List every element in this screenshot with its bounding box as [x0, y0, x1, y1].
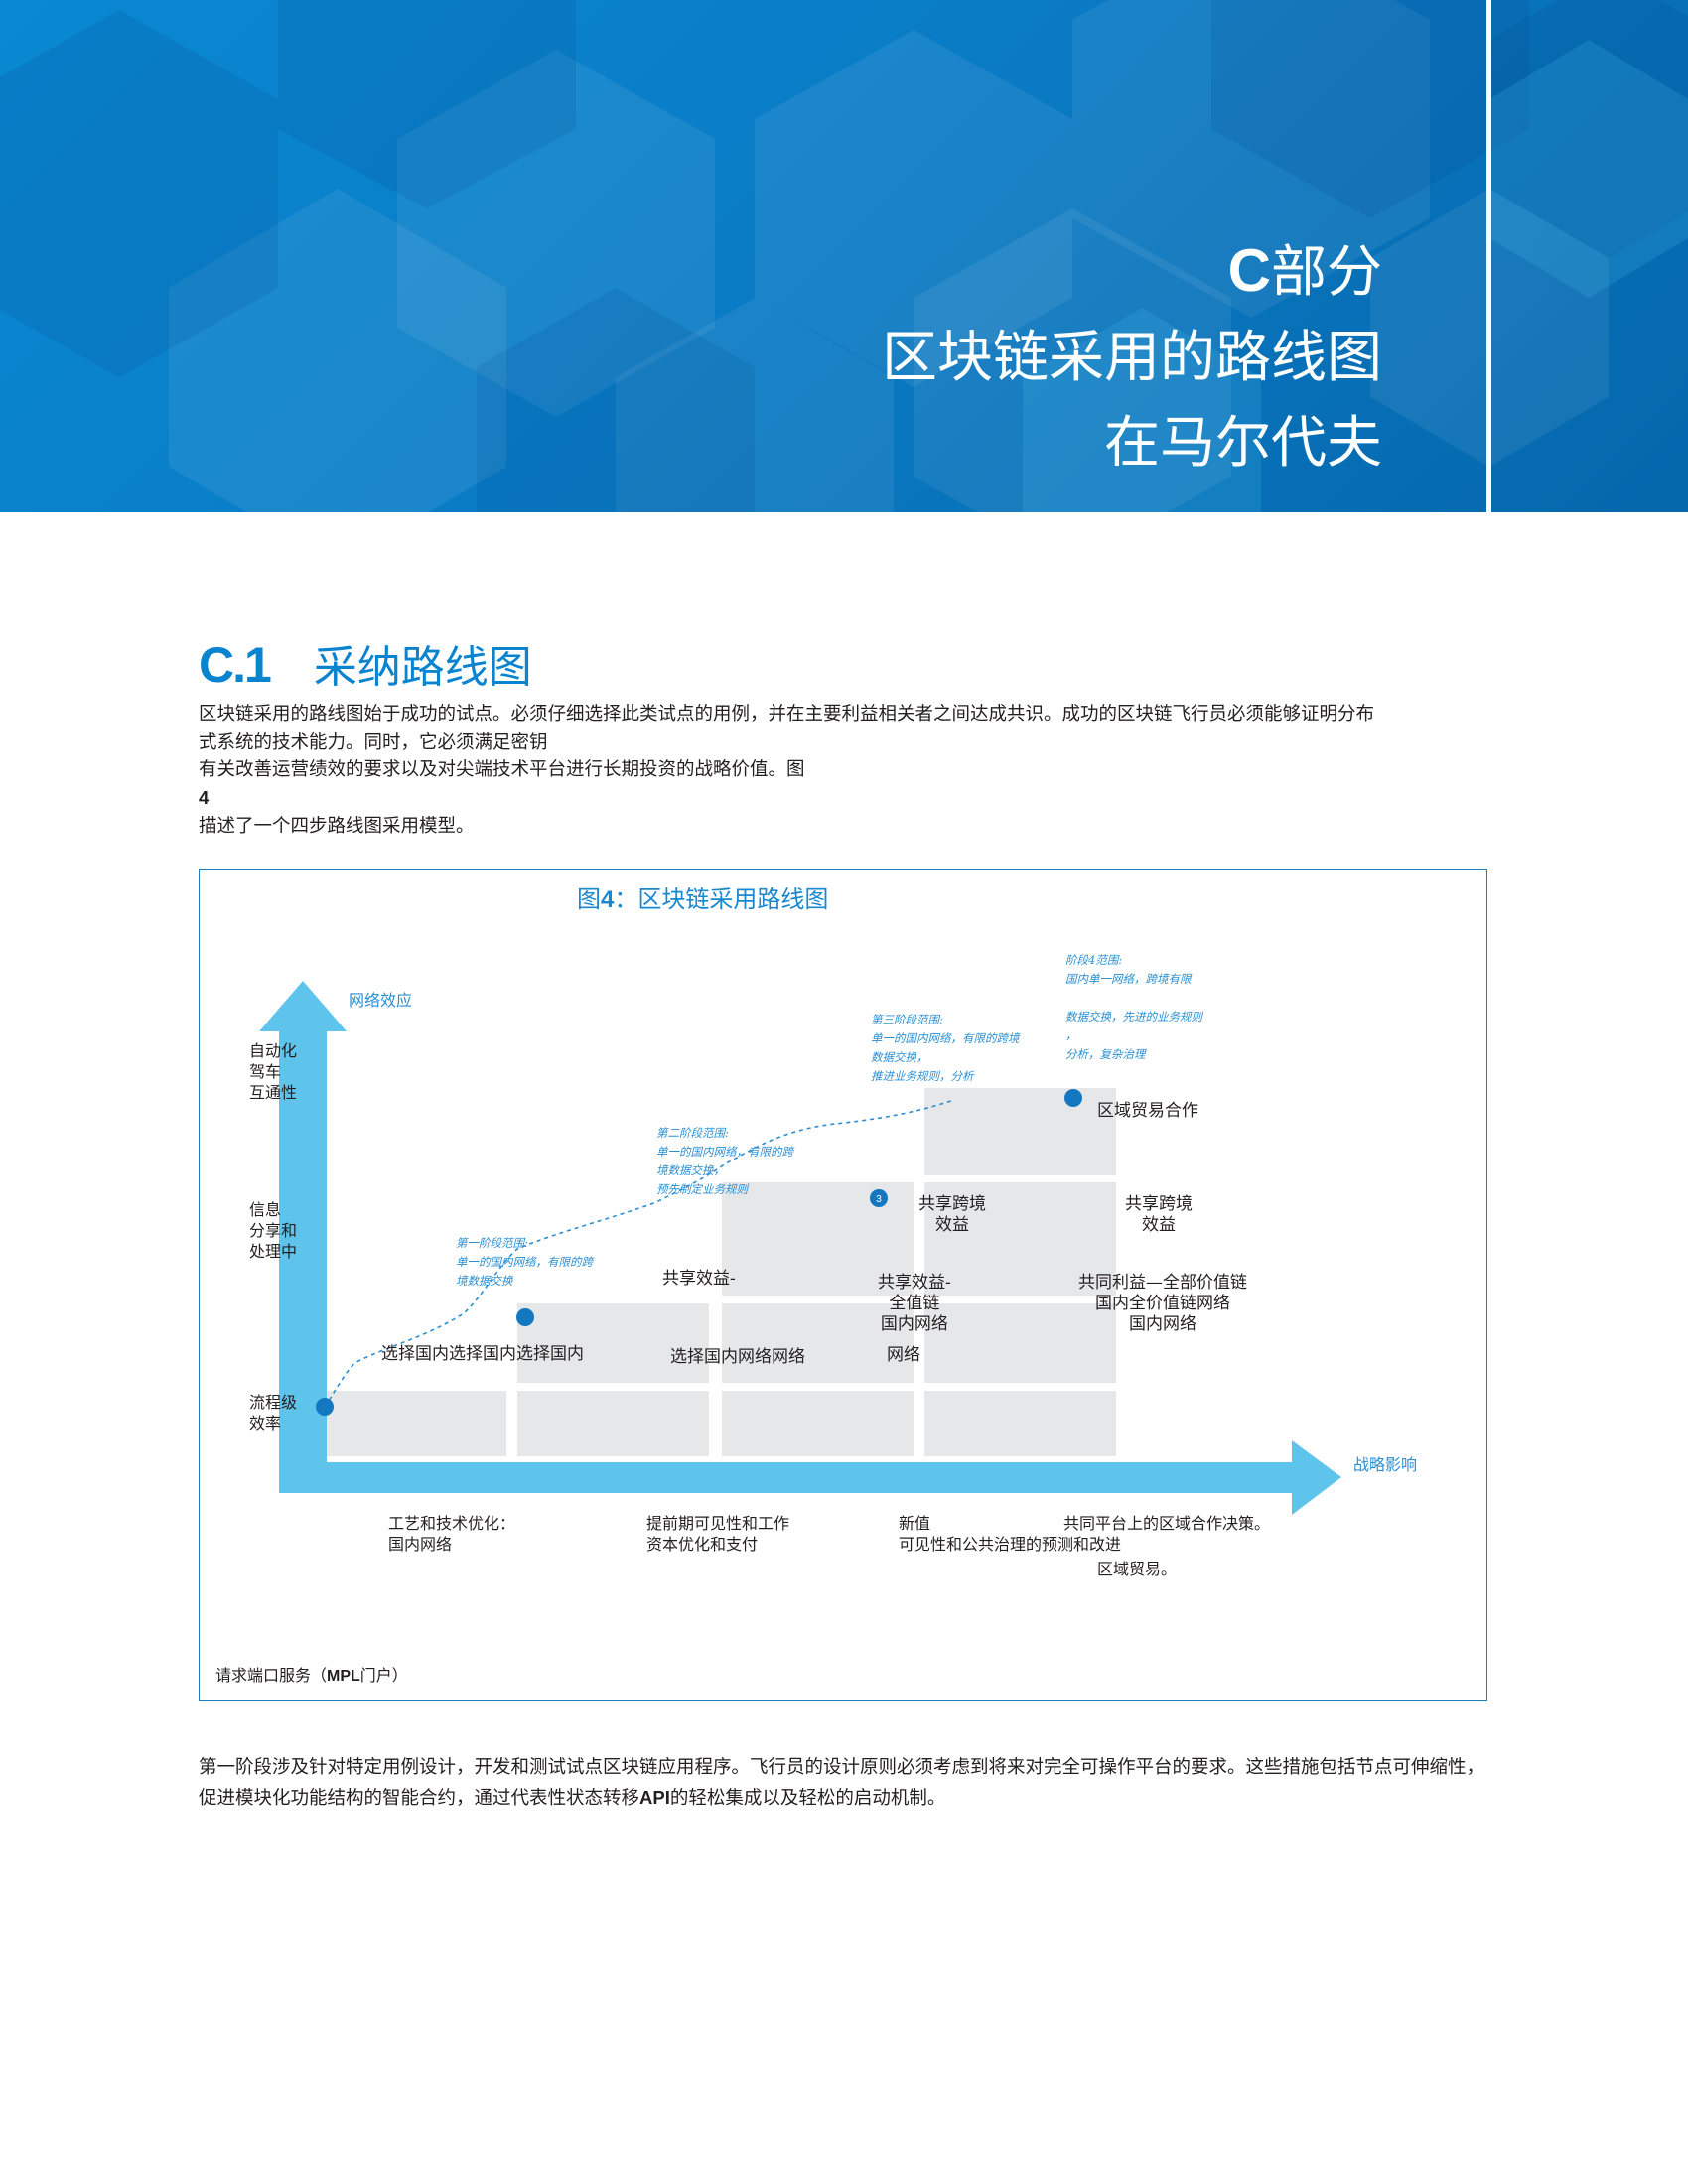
stage3-marker-label: 3 [876, 1194, 882, 1205]
cell-stage3-mid-text: 共享效益- 全值链 国内网络 [878, 1273, 951, 1334]
cell-stage3-low-text: 网络 [887, 1345, 920, 1365]
stage4-description-cont: 区域贸易。 [1097, 1560, 1178, 1578]
y-axis-label: 网络效应 [349, 991, 413, 1010]
cell-stage2-top-text: 共享效益- [662, 1269, 736, 1289]
intro-line-1: 区块链采用的路线图始于成功的试点。必须仔细选择此类试点的用例，并在主要利益相关者… [199, 704, 1375, 725]
cell-stage4-top-text: 区域贸易合作 [1097, 1101, 1198, 1121]
x-axis-label: 战略影响 [1353, 1455, 1418, 1474]
y-level-process: 流程级 效率 [249, 1393, 298, 1433]
cell-stage1-text: 选择国内选择国内选择国内 [381, 1344, 584, 1364]
part-title: C部分 区块链采用的路线图 在马尔代夫 [882, 228, 1382, 486]
cell-stage2-text: 选择国内网络网络 [670, 1347, 805, 1367]
cell-stage4-level4 [924, 1088, 1116, 1175]
stage1-marker [316, 1398, 334, 1416]
stage2-scope-note: 第二阶段范围: 单一的国内网络，有限的跨 境数据交换， 预先制定业务规则 [656, 1126, 793, 1196]
stage2-description: 提前期可见性和工作 资本优化和支付 [646, 1514, 790, 1554]
section-heading: C.1 采纳路线图 [199, 631, 532, 693]
cell-stage2-level1 [517, 1391, 709, 1456]
part-title-line2: 在马尔代夫 [1104, 411, 1382, 476]
cell-stage3-top-text: 共享跨境 效益 [918, 1194, 986, 1235]
intro-line-3: 有关改善运营绩效的要求以及对尖端技术平台进行长期投资的战略价值。图 4 描述了一个四… [199, 756, 1489, 841]
hexagon-pattern [0, 0, 1688, 512]
closing-text-post: 的轻松集成以及轻松的启动机制。 [669, 1788, 946, 1809]
stage4-scope-note: 阶段4范围: 国内单一网络，跨境有限 数据交换，先进的业务规则 ， 分析，复杂治… [1065, 953, 1202, 1061]
figure-source-post: 门户） [359, 1666, 408, 1685]
closing-paragraph: 第一阶段涉及针对特定用例设计，开发和测试试点区块链应用程序。飞行员的设计原则必须… [199, 1753, 1489, 1814]
figure-source-bold: MPL [327, 1668, 360, 1685]
intro-figure-ref: 4 [199, 787, 210, 808]
stage3-scope-note: 第三阶段范围: 单一的国内网络，有限的跨境 数据交换， 推进业务规则，分析 [871, 1013, 1020, 1083]
cell-stage4-low-text: 共同利益—全部价值链 国内全价值链网络 国内网络 [1078, 1273, 1247, 1334]
stage4-description: 共同平台上的区域合作决策。 [1063, 1514, 1271, 1533]
figure-source-pre: 请求端口服务（ [215, 1666, 328, 1685]
cell-stage1-level1 [315, 1391, 506, 1456]
stage4-marker [1064, 1089, 1082, 1107]
closing-text-bold: API [639, 1787, 670, 1808]
stage1-description: 工艺和技术优化： 国内网络 [388, 1514, 516, 1554]
header-banner: C部分 区块链采用的路线图 在马尔代夫 [0, 0, 1688, 512]
intro-line-2: 式系统的技术能力。同时，它必须满足密钥 [199, 732, 548, 752]
intro-line-3-pre: 有关改善运营绩效的要求以及对尖端技术平台进行长期投资的战略价值。图 [199, 759, 805, 780]
stage2-marker [516, 1308, 534, 1326]
cell-stage2-level2 [517, 1303, 709, 1383]
y-level-information: 信息 分享和 处理中 [249, 1200, 298, 1261]
part-label: C部分 [882, 228, 1382, 316]
part-word: 部分 [1271, 240, 1382, 305]
cell-stage3-level1 [722, 1391, 914, 1456]
cell-stage4-level1 [924, 1391, 1116, 1456]
part-letter: C [1227, 237, 1271, 304]
cell-stage4-mid-text: 共享跨境 效益 [1125, 1194, 1193, 1235]
stage1-scope-note: 第一阶段范围: 单一的国内网络，有限的跨 境数据交换 [456, 1236, 593, 1288]
section-title: 采纳路线图 [313, 642, 532, 693]
intro-paragraph: 区块链采用的路线图始于成功的试点。必须仔细选择此类试点的用例，并在主要利益相关者… [199, 701, 1489, 841]
figure-source: 请求端口服务（MPL门户） [215, 1662, 408, 1686]
part-title-line1: 区块链采用的路线图 [882, 326, 1382, 390]
y-level-automation: 自动化 驾车 互通性 [249, 1041, 298, 1102]
intro-line-3-post: 描述了一个四步路线图采用模型。 [199, 816, 475, 837]
section-number: C.1 [199, 637, 272, 693]
banner-divider [1486, 0, 1491, 512]
figure-roadmap: 图4：区块链采用路线图 3 网络效应 战略影响 自动化 驾车 互通性 信息 分享… [199, 869, 1487, 1701]
